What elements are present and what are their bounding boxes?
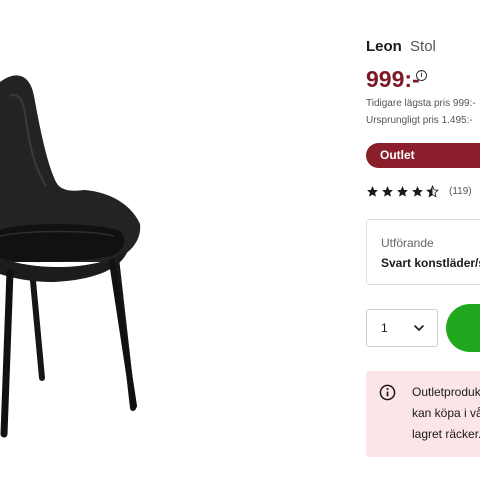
variant-value: Svart konstläder/s: [381, 256, 480, 270]
info-icon: [379, 384, 396, 401]
rating[interactable]: (119): [366, 185, 472, 198]
star-icon: [382, 186, 393, 197]
original-price-note: Ursprungligt pris 1.495:-: [366, 115, 473, 126]
add-to-cart-button[interactable]: [446, 304, 480, 352]
star-icon: [367, 186, 378, 197]
star-half-icon: [426, 185, 439, 198]
star-icon: [397, 186, 408, 197]
chevron-down-icon: [414, 325, 424, 332]
notice-line-2: kan köpa i vå: [412, 406, 480, 420]
variant-selector[interactable]: Utförande Svart konstläder/s: [366, 219, 480, 285]
product-price: 999:-: [366, 66, 420, 92]
notice-line-3: lagret räcker.: [412, 427, 480, 441]
product-type: Stol: [410, 38, 436, 55]
lowest-price-note: Tidigare lägsta pris 999:-: [366, 98, 476, 109]
product-title: Leon Stol: [366, 38, 436, 55]
quantity-select[interactable]: 1: [366, 309, 438, 347]
quantity-value: 1: [381, 321, 388, 335]
product-name: Leon: [366, 38, 402, 55]
product-info-panel: Leon Stol 999:- i Tidigare lägsta pris 9…: [366, 0, 480, 480]
variant-label: Utförande: [381, 236, 434, 250]
notice-line-1: Outletprodukt: [412, 385, 480, 399]
outlet-badge: Outlet: [366, 143, 480, 168]
review-count: (119): [449, 186, 472, 197]
outlet-notice: Outletprodukt kan köpa i vå lagret räcke…: [366, 371, 480, 457]
info-icon[interactable]: i: [416, 70, 427, 81]
star-icon: [412, 186, 423, 197]
product-image: [0, 75, 141, 438]
